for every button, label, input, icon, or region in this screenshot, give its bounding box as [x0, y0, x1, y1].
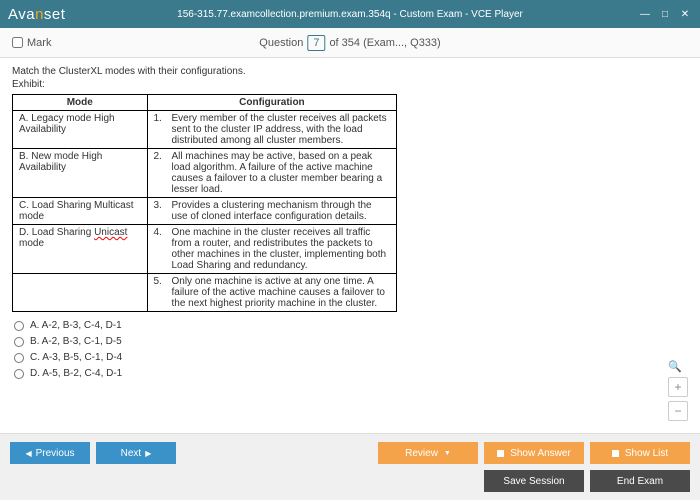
exhibit-label: Exhibit: — [12, 79, 688, 90]
btn-label: End Exam — [617, 476, 663, 487]
logo-part: Ava — [8, 6, 35, 23]
btn-label: Previous — [36, 448, 75, 459]
mark-checkbox-input[interactable] — [12, 37, 23, 48]
btn-label: Review — [405, 448, 438, 459]
show-answer-button[interactable]: Show Answer — [484, 442, 584, 464]
cfg-cell: 3.Provides a clustering mechanism throug… — [147, 198, 397, 225]
table-row: C. Load Sharing Multicast mode 3.Provide… — [13, 198, 397, 225]
radio-b[interactable] — [14, 337, 24, 347]
cfg-num: 1. — [154, 113, 172, 146]
radio-d[interactable] — [14, 369, 24, 379]
window-controls: — □ ✕ — [638, 7, 692, 21]
question-number: 7 — [307, 35, 325, 51]
option-label: C. A-3, B-5, C-1, D-4 — [30, 350, 122, 366]
mode-cell — [13, 274, 148, 312]
mark-checkbox[interactable]: Mark — [12, 37, 51, 49]
previous-button[interactable]: Previous — [10, 442, 90, 464]
zoom-out-button[interactable]: − — [668, 401, 688, 421]
mode-cell: D. Load Sharing Unicast mode — [13, 225, 148, 274]
cfg-cell: 5.Only one machine is active at any one … — [147, 274, 397, 312]
window-title: 156-315.77.examcollection.premium.exam.3… — [177, 9, 523, 20]
table-head-mode: Mode — [13, 95, 148, 111]
mark-label: Mark — [27, 37, 51, 49]
cfg-text: Only one machine is active at any one ti… — [172, 276, 391, 309]
content-area: Match the ClusterXL modes with their con… — [0, 58, 700, 433]
footer: Previous Next Review Show Answer Show Li… — [0, 433, 700, 500]
btn-label: Next — [121, 448, 142, 459]
option-d[interactable]: D. A-5, B-2, C-4, D-1 — [14, 366, 688, 382]
question-prompt: Match the ClusterXL modes with their con… — [12, 66, 688, 77]
square-icon — [497, 450, 504, 457]
review-button[interactable]: Review — [378, 442, 478, 464]
cfg-num: 3. — [154, 200, 172, 222]
square-icon — [612, 450, 619, 457]
question-total: of 354 (Exam..., Q333) — [329, 37, 440, 49]
radio-a[interactable] — [14, 321, 24, 331]
maximize-icon[interactable]: □ — [658, 7, 672, 21]
mode-cell: A. Legacy mode High Availability — [13, 111, 148, 149]
next-button[interactable]: Next — [96, 442, 176, 464]
question-indicator: Question 7 of 354 (Exam..., Q333) — [259, 35, 440, 51]
mode-cell: C. Load Sharing Multicast mode — [13, 198, 148, 225]
table-row: D. Load Sharing Unicast mode 4.One machi… — [13, 225, 397, 274]
table-row: 5.Only one machine is active at any one … — [13, 274, 397, 312]
logo-part: n — [35, 6, 44, 23]
zoom-controls: 🔍 + − — [668, 360, 688, 421]
cfg-num: 4. — [154, 227, 172, 271]
btn-label: Show List — [625, 448, 668, 459]
close-icon[interactable]: ✕ — [678, 7, 692, 21]
save-session-button[interactable]: Save Session — [484, 470, 584, 492]
titlebar: Avanset 156-315.77.examcollection.premiu… — [0, 0, 700, 28]
cfg-num: 5. — [154, 276, 172, 309]
answer-options: A. A-2, B-3, C-4, D-1 B. A-2, B-3, C-1, … — [12, 318, 688, 382]
cfg-cell: 2.All machines may be active, based on a… — [147, 149, 397, 198]
end-exam-button[interactable]: End Exam — [590, 470, 690, 492]
radio-c[interactable] — [14, 353, 24, 363]
app-logo: Avanset — [8, 6, 65, 23]
mode-cell: B. New mode High Availability — [13, 149, 148, 198]
zoom-in-button[interactable]: + — [668, 377, 688, 397]
magnifier-icon[interactable]: 🔍 — [668, 360, 688, 373]
cfg-cell: 4.One machine in the cluster receives al… — [147, 225, 397, 274]
table-row: A. Legacy mode High Availability 1.Every… — [13, 111, 397, 149]
cfg-text: Every member of the cluster receives all… — [172, 113, 391, 146]
exhibit-table: Mode Configuration A. Legacy mode High A… — [12, 94, 397, 312]
option-a[interactable]: A. A-2, B-3, C-4, D-1 — [14, 318, 688, 334]
btn-label: Save Session — [503, 476, 564, 487]
table-row: B. New mode High Availability 2.All mach… — [13, 149, 397, 198]
logo-part: set — [44, 6, 66, 23]
question-label: Question — [259, 37, 303, 49]
minimize-icon[interactable]: — — [638, 7, 652, 21]
option-label: B. A-2, B-3, C-1, D-5 — [30, 334, 122, 350]
question-bar: Mark Question 7 of 354 (Exam..., Q333) — [0, 28, 700, 58]
cfg-cell: 1.Every member of the cluster receives a… — [147, 111, 397, 149]
option-b[interactable]: B. A-2, B-3, C-1, D-5 — [14, 334, 688, 350]
btn-label: Show Answer — [510, 448, 571, 459]
table-head-cfg: Configuration — [147, 95, 397, 111]
cfg-text: One machine in the cluster receives all … — [172, 227, 391, 271]
show-list-button[interactable]: Show List — [590, 442, 690, 464]
cfg-text: All machines may be active, based on a p… — [172, 151, 391, 195]
option-c[interactable]: C. A-3, B-5, C-1, D-4 — [14, 350, 688, 366]
cfg-num: 2. — [154, 151, 172, 195]
cfg-text: Provides a clustering mechanism through … — [172, 200, 391, 222]
option-label: A. A-2, B-3, C-4, D-1 — [30, 318, 122, 334]
option-label: D. A-5, B-2, C-4, D-1 — [30, 366, 122, 382]
